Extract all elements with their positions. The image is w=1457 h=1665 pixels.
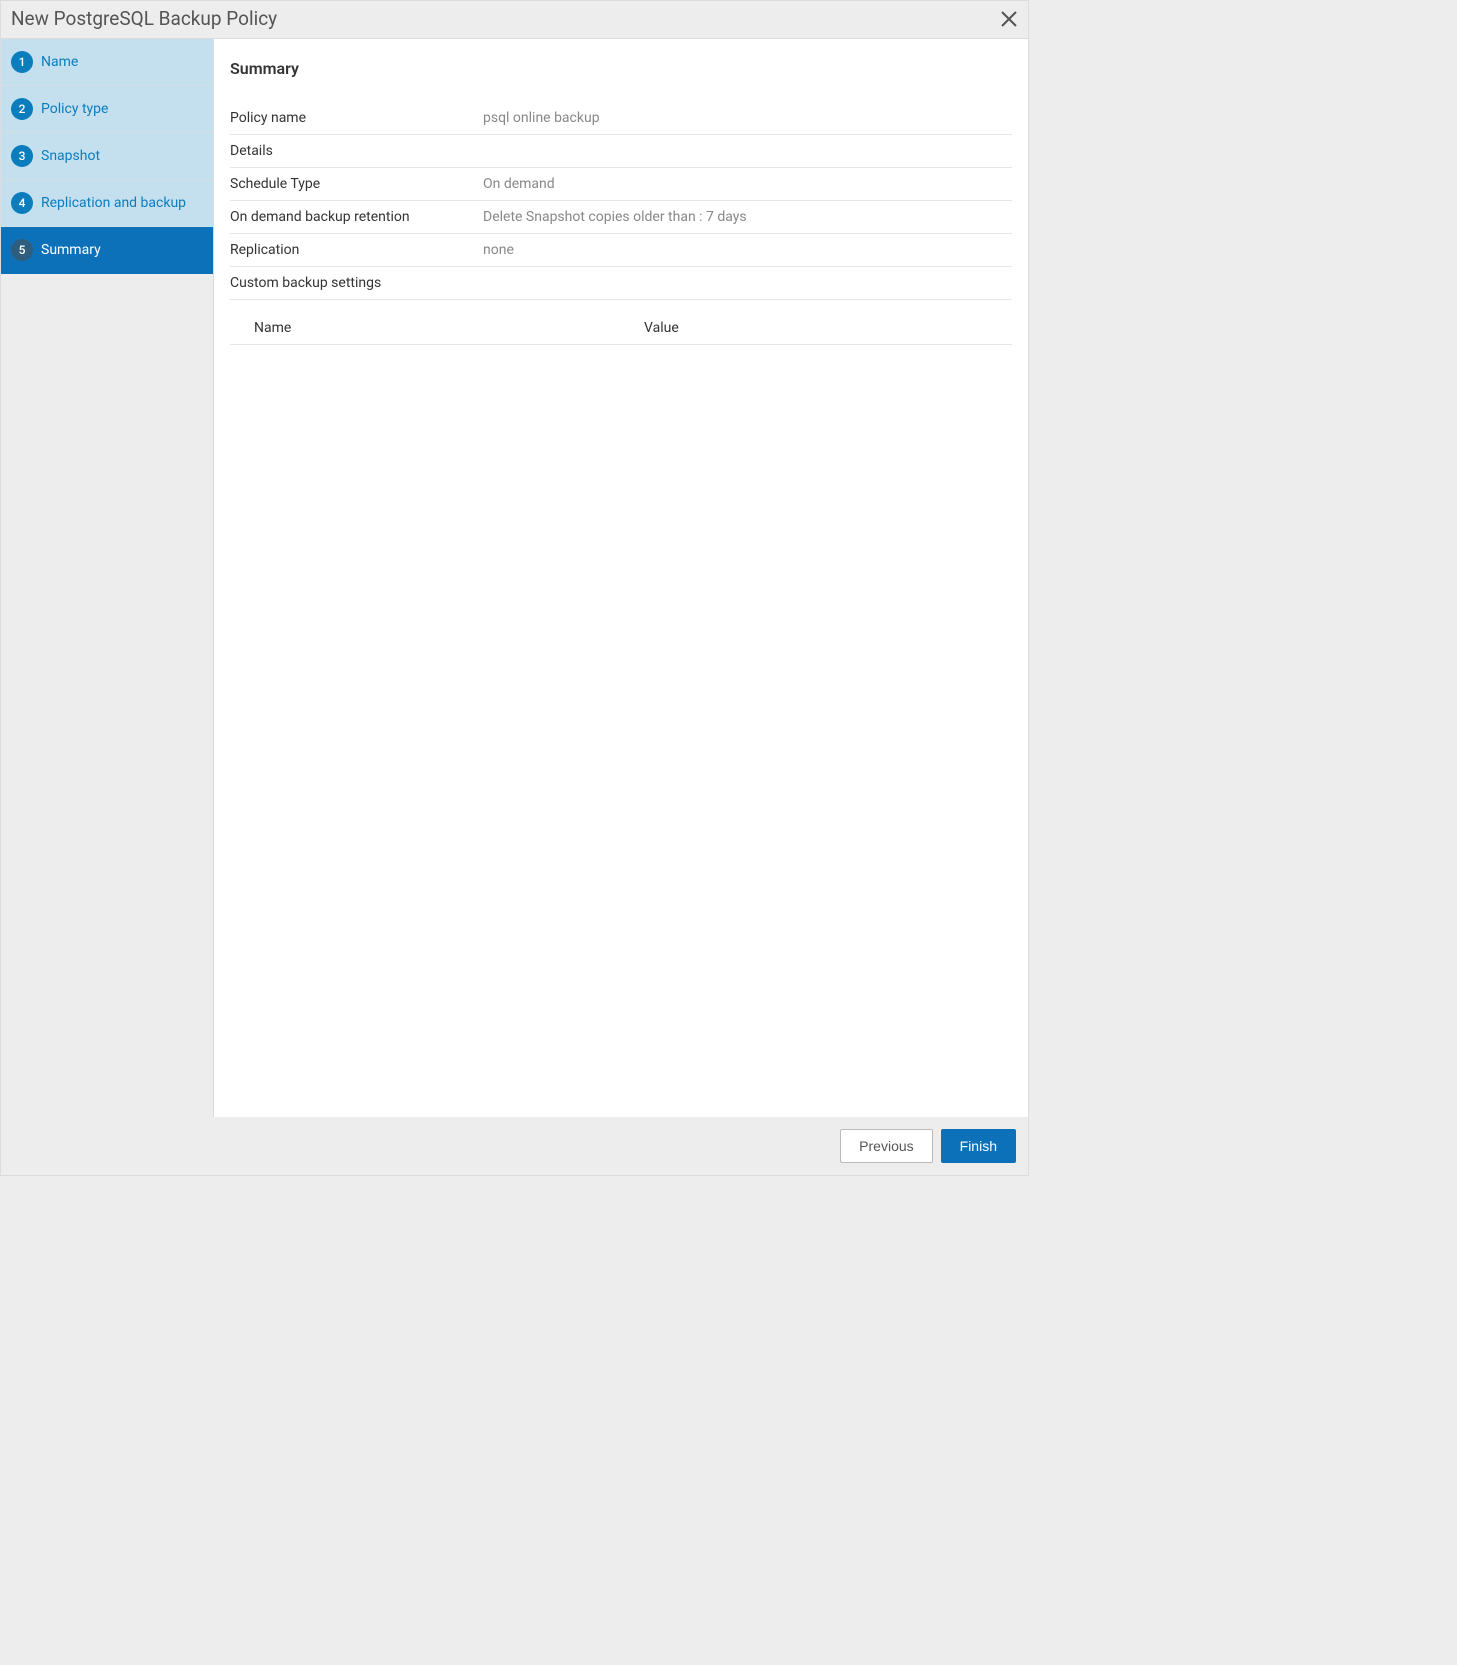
- summary-row-replication: Replication none: [230, 234, 1012, 267]
- titlebar: New PostgreSQL Backup Policy: [1, 1, 1028, 39]
- step-snapshot[interactable]: 3 Snapshot: [1, 133, 213, 180]
- step-summary[interactable]: 5 Summary: [1, 227, 213, 274]
- step-label: Replication and backup: [41, 195, 186, 211]
- step-policy-type[interactable]: 2 Policy type: [1, 86, 213, 133]
- step-label: Summary: [41, 242, 101, 258]
- wizard-steps-sidebar: 1 Name 2 Policy type 3 Snapshot 4 Replic…: [1, 39, 214, 1117]
- custom-settings-table: Name Value: [230, 312, 1012, 345]
- summary-value: On demand: [483, 176, 555, 192]
- summary-value: psql online backup: [483, 110, 600, 126]
- step-label: Policy type: [41, 101, 108, 117]
- summary-section-details: Details: [230, 135, 1012, 168]
- summary-value: none: [483, 242, 514, 258]
- previous-button[interactable]: Previous: [840, 1129, 932, 1163]
- step-number-badge: 2: [11, 98, 33, 120]
- step-number-badge: 1: [11, 51, 33, 73]
- wizard-main-panel: Summary Policy name psql online backup D…: [214, 39, 1028, 1117]
- wizard-footer: Previous Finish: [1, 1117, 1028, 1175]
- wizard-body: 1 Name 2 Policy type 3 Snapshot 4 Replic…: [1, 39, 1028, 1117]
- summary-label: Policy name: [230, 110, 483, 126]
- step-label: Name: [41, 54, 78, 70]
- table-header-row: Name Value: [230, 312, 1012, 345]
- column-header-value: Value: [644, 320, 1012, 336]
- step-label: Snapshot: [41, 148, 100, 164]
- column-header-name: Name: [254, 320, 644, 336]
- step-name[interactable]: 1 Name: [1, 39, 213, 86]
- summary-section-custom-settings: Custom backup settings: [230, 267, 1012, 300]
- summary-row-schedule-type: Schedule Type On demand: [230, 168, 1012, 201]
- step-number-badge: 3: [11, 145, 33, 167]
- summary-label: Schedule Type: [230, 176, 483, 192]
- summary-value: Delete Snapshot copies older than : 7 da…: [483, 209, 747, 225]
- summary-row-retention: On demand backup retention Delete Snapsh…: [230, 201, 1012, 234]
- step-number-badge: 4: [11, 192, 33, 214]
- step-number-badge: 5: [11, 239, 33, 261]
- summary-section-label: Custom backup settings: [230, 275, 483, 291]
- summary-label: On demand backup retention: [230, 209, 483, 225]
- dialog-title: New PostgreSQL Backup Policy: [11, 7, 277, 30]
- finish-button[interactable]: Finish: [941, 1129, 1016, 1163]
- close-icon[interactable]: [1000, 10, 1018, 28]
- wizard-dialog: New PostgreSQL Backup Policy 1 Name 2 Po…: [0, 0, 1029, 1176]
- page-heading: Summary: [230, 59, 1012, 78]
- summary-label: Replication: [230, 242, 483, 258]
- summary-row-policy-name: Policy name psql online backup: [230, 102, 1012, 135]
- step-replication-backup[interactable]: 4 Replication and backup: [1, 180, 213, 227]
- summary-section-label: Details: [230, 143, 483, 159]
